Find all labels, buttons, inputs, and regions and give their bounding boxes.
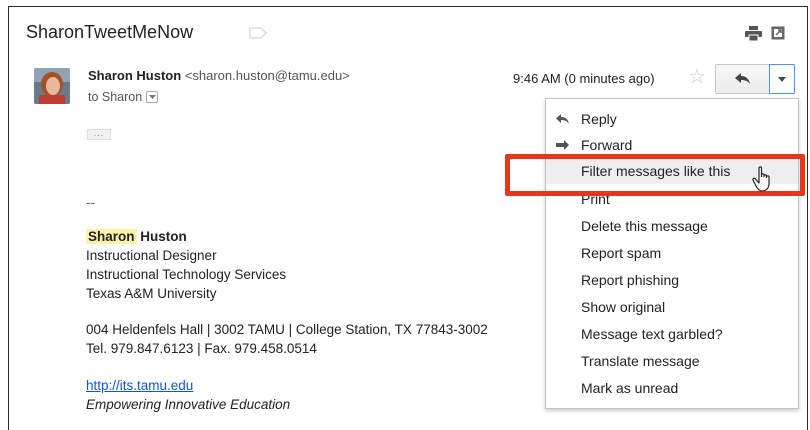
forward-icon	[556, 140, 569, 150]
signature-phone: Tel. 979.847.6123 | Fax. 979.458.0514	[86, 341, 317, 356]
print-icon[interactable]	[745, 26, 762, 41]
menu-item-translate[interactable]: Translate message	[546, 348, 798, 374]
new-window-icon[interactable]	[771, 26, 785, 40]
signature-separator: --	[86, 195, 95, 210]
menu-item-show-original[interactable]: Show original	[546, 294, 798, 320]
recipient-label: to Sharon	[88, 90, 143, 104]
reply-icon	[734, 73, 750, 84]
message-timestamp: 9:46 AM (0 minutes ago)	[513, 71, 655, 86]
recipient-line: to Sharon	[88, 90, 159, 104]
sender-email: <sharon.huston@tamu.edu>	[184, 68, 350, 83]
more-actions-button[interactable]	[769, 64, 795, 94]
signature-university: Texas A&M University	[86, 286, 217, 301]
chevron-down-icon	[148, 94, 156, 99]
avatar[interactable]	[34, 68, 70, 104]
sender-line: Sharon Huston <sharon.huston@tamu.edu>	[88, 68, 350, 83]
signature-department: Instructional Technology Services	[86, 267, 287, 282]
menu-item-report-spam[interactable]: Report spam	[546, 240, 798, 266]
recipient-details-toggle[interactable]	[146, 91, 159, 103]
chevron-down-icon	[778, 76, 786, 82]
hand-pointer-icon	[752, 166, 770, 192]
menu-item-delete[interactable]: Delete this message	[546, 213, 798, 239]
more-actions-menu: Reply Forward Filter messages like this …	[545, 98, 799, 409]
menu-item-label: Reply	[581, 111, 617, 127]
signature-motto: Empowering Innovative Education	[86, 397, 291, 412]
sender-name[interactable]: Sharon Huston	[88, 68, 181, 83]
label-tag-icon[interactable]	[249, 27, 267, 39]
signature-title: Instructional Designer	[86, 248, 217, 263]
menu-item-label: Message text garbled?	[581, 326, 723, 342]
signature-address: 004 Heldenfels Hall | 3002 TAMU | Colleg…	[86, 322, 488, 337]
signature-name: Sharon Huston	[86, 229, 187, 244]
signature-link[interactable]: http://its.tamu.edu	[86, 378, 193, 393]
menu-item-reply[interactable]: Reply	[546, 106, 798, 132]
menu-item-label: Forward	[581, 137, 633, 153]
show-trimmed-content-button[interactable]: ...	[87, 129, 111, 140]
email-subject: SharonTweetMeNow	[26, 22, 194, 42]
menu-item-label: Translate message	[581, 353, 700, 369]
signature-first-name: Sharon	[86, 229, 137, 244]
menu-item-label: Show original	[581, 299, 666, 315]
reply-button[interactable]	[715, 64, 770, 94]
menu-item-mark-unread[interactable]: Mark as unread	[546, 375, 798, 401]
menu-item-label: Report phishing	[581, 272, 680, 288]
menu-item-label: Mark as unread	[581, 380, 679, 396]
reply-button-group	[715, 64, 795, 94]
menu-item-message-garbled[interactable]: Message text garbled?	[546, 321, 798, 347]
star-icon[interactable]: ☆	[688, 67, 706, 87]
menu-item-label: Delete this message	[581, 218, 708, 234]
signature-last-name: Huston	[140, 229, 187, 244]
menu-item-label: Report spam	[581, 245, 662, 261]
menu-item-report-phishing[interactable]: Report phishing	[546, 267, 798, 293]
reply-icon	[556, 114, 569, 124]
